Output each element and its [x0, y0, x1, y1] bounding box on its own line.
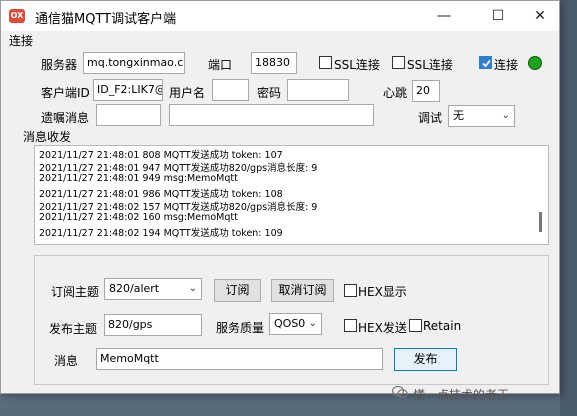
log-line: 2021/11/27 21:48:02 157 MQTT发送成功820/gps消…	[39, 202, 318, 213]
hex-send-label: HEX发送	[358, 321, 407, 335]
connect-checkbox[interactable]	[479, 56, 492, 69]
connection-status-indicator	[528, 56, 542, 70]
client-id-label: 客户端ID	[41, 86, 90, 100]
log-line: 2021/11/27 21:48:01 986 MQTT发送成功 token: …	[39, 189, 283, 200]
unsubscribe-button[interactable]: 取消订阅	[271, 279, 334, 302]
will-message-input[interactable]	[96, 104, 161, 126]
qos-select[interactable]: QOS0 ⌄	[269, 313, 322, 335]
ssl-checkbox-1[interactable]	[319, 56, 332, 69]
ssl-label-1: SSL连接	[334, 58, 380, 72]
qos-select-value: QOS0	[274, 317, 306, 330]
ssl-checkbox-2[interactable]	[392, 56, 405, 69]
heartbeat-label: 心跳	[383, 86, 408, 100]
chevron-down-icon: ⌄	[308, 318, 317, 329]
close-button[interactable]: ✕	[521, 1, 559, 31]
chevron-down-icon: ⌄	[188, 283, 197, 294]
subscribe-topic-select[interactable]: 820/alert ⌄	[104, 278, 202, 300]
qos-label: 服务质量	[216, 321, 265, 335]
app-window: OX 通信猫MQTT调试客户端 — ☐ ✕ 连接 服务器 mq.tongxinm…	[0, 0, 560, 394]
subscribe-topic-value: 820/alert	[109, 282, 160, 295]
app-icon: OX	[9, 9, 25, 23]
connect-label: 连接	[494, 58, 519, 72]
will-message-input-2[interactable]	[169, 104, 374, 126]
log-line: 2021/11/27 21:48:01 808 MQTT发送成功 token: …	[39, 150, 283, 161]
log-line: 2021/11/27 21:48:01 949 msg:MemoMqtt	[39, 173, 238, 184]
debug-select[interactable]: 无 ⌄	[448, 105, 515, 127]
log-scrollbar[interactable]	[539, 212, 542, 232]
log-line: 2021/11/27 21:48:01 947 MQTT发送成功820/gps消…	[39, 163, 318, 174]
log-group-label: 消息收发	[23, 130, 72, 144]
wechat-icon	[392, 385, 408, 398]
minimize-button[interactable]: —	[421, 1, 467, 31]
ssl-label-2: SSL连接	[407, 58, 453, 72]
publish-button[interactable]: 发布	[394, 348, 457, 371]
title-bar[interactable]: OX 通信猫MQTT调试客户端 — ☐ ✕	[1, 1, 559, 31]
publish-topic-label: 发布主题	[49, 322, 98, 336]
debug-label: 调试	[418, 111, 443, 125]
password-input[interactable]	[287, 79, 349, 101]
message-input[interactable]: MemoMqtt	[96, 348, 383, 370]
window-title: 通信猫MQTT调试客户端	[35, 12, 177, 27]
log-line: 2021/11/27 21:48:02 194 MQTT发送成功 token: …	[39, 228, 283, 239]
hex-display-checkbox[interactable]	[344, 284, 357, 297]
connect-group-label: 连接	[9, 34, 34, 48]
port-label: 端口	[208, 58, 233, 72]
message-label: 消息	[54, 354, 79, 368]
message-log[interactable]: 2021/11/27 21:48:01 808 MQTT发送成功 token: …	[34, 145, 549, 245]
password-label: 密码	[257, 86, 282, 100]
server-input[interactable]: mq.tongxinmao.com	[83, 52, 185, 74]
retain-label: Retain	[423, 319, 462, 333]
debug-select-value: 无	[453, 109, 464, 122]
hex-send-checkbox[interactable]	[344, 319, 357, 332]
check-icon	[482, 59, 491, 68]
subscribe-button[interactable]: 订阅	[214, 279, 261, 302]
username-label: 用户名	[169, 86, 206, 100]
publish-topic-input[interactable]: 820/gps	[104, 314, 202, 336]
will-message-label: 遗嘱消息	[41, 111, 90, 125]
desktop-background	[560, 0, 577, 416]
hex-display-label: HEX显示	[358, 285, 407, 299]
server-label: 服务器	[41, 58, 78, 72]
subscribe-topic-label: 订阅主题	[51, 285, 100, 299]
log-line: 2021/11/27 21:48:02 160 msg:MemoMqtt	[39, 212, 238, 223]
maximize-button[interactable]: ☐	[475, 1, 521, 31]
heartbeat-input[interactable]: 20	[412, 80, 440, 102]
client-id-input[interactable]: ID_F2:LIK7@	[93, 79, 163, 101]
chevron-down-icon: ⌄	[501, 110, 510, 121]
port-input[interactable]: 18830	[251, 52, 297, 74]
username-input[interactable]	[212, 79, 249, 101]
watermark-text: 懂一点技术的老王	[413, 388, 510, 402]
retain-checkbox[interactable]	[409, 319, 422, 332]
